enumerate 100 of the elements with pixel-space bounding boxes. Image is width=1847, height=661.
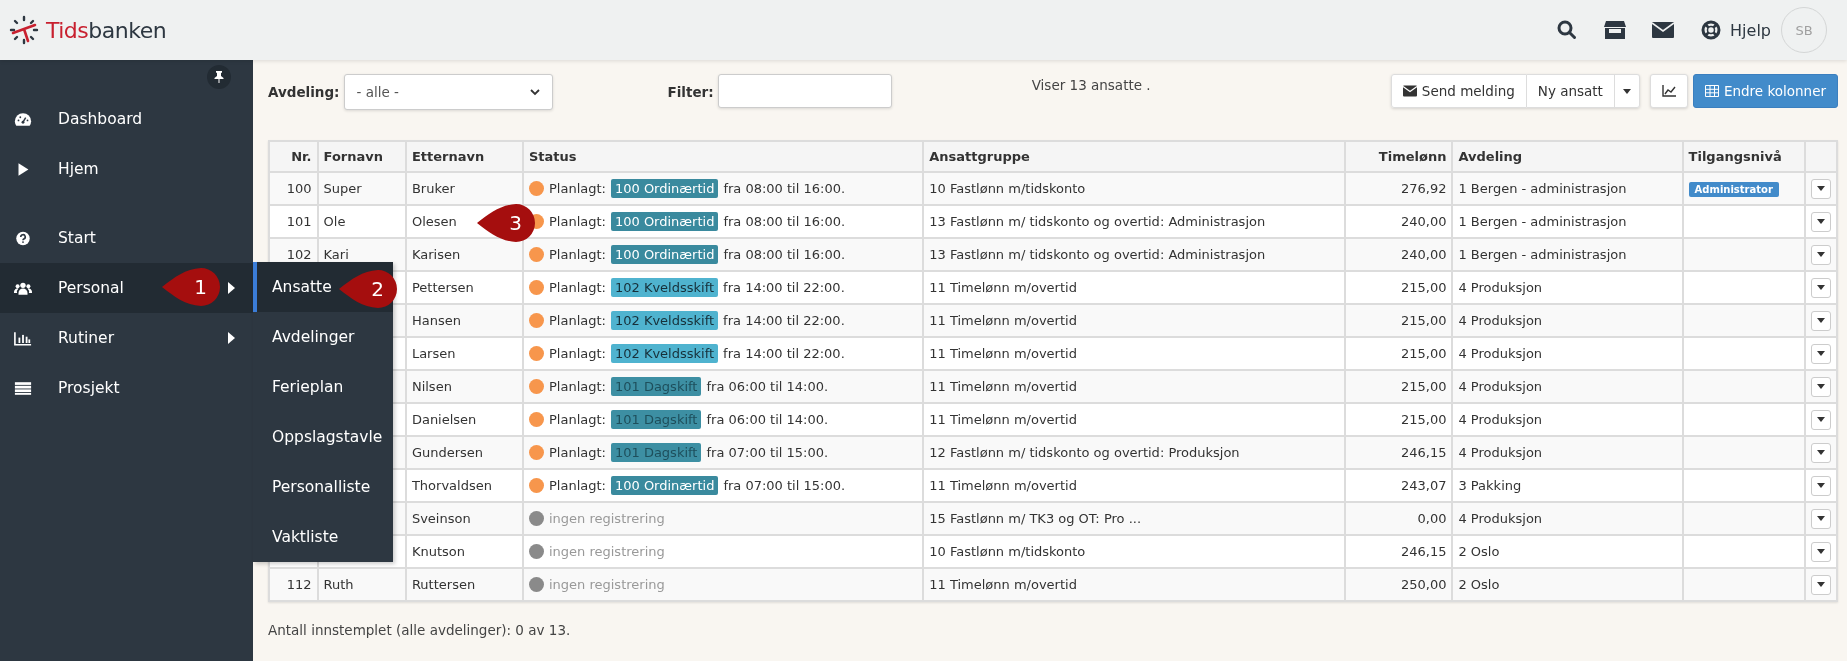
- status-label: Planlagt:: [548, 247, 606, 262]
- bar-chart-icon: [14, 330, 32, 346]
- status-label: Planlagt:: [548, 379, 606, 394]
- row-menu-button[interactable]: [1811, 442, 1831, 463]
- pin-button[interactable]: [207, 65, 231, 89]
- row-menu-button[interactable]: [1811, 409, 1831, 430]
- store-icon[interactable]: [1604, 20, 1627, 40]
- employee-group-cell: 11 Timelønn m/overtid: [923, 568, 1345, 601]
- status-label: ingen registrering: [548, 511, 665, 526]
- shift-time: fra 06:00 til 14:00.: [706, 379, 829, 394]
- shift-badge: 100 Ordinærtid: [610, 476, 719, 495]
- line-chart-button[interactable]: [1649, 74, 1688, 108]
- hourly-wage-cell: 246,15: [1344, 436, 1453, 469]
- shift-badge: 102 Kveldsskift: [610, 311, 719, 330]
- column-header[interactable]: Etternavn: [405, 141, 523, 172]
- employee-group-cell: 15 Fastlønn m/ TK3 og OT: Pro ...: [923, 502, 1345, 535]
- shift-time: fra 06:00 til 14:00.: [706, 412, 829, 427]
- shift-badge: 101 Dagskift: [610, 410, 702, 429]
- help-link[interactable]: Hjelp: [1730, 20, 1771, 40]
- department-label: Avdeling:: [268, 84, 340, 100]
- users-icon: [14, 280, 32, 296]
- submenu-item[interactable]: Vaktliste: [253, 512, 393, 562]
- shift-time: fra 08:00 til 16:00.: [723, 247, 846, 262]
- column-header[interactable]: Nr.: [269, 141, 318, 172]
- department-cell: 4 Produksjon: [1452, 304, 1683, 337]
- status-dot: [528, 313, 544, 328]
- envelope-icon: [1402, 85, 1417, 97]
- submenu-item[interactable]: Oppslagstavle: [253, 412, 393, 462]
- department-select[interactable]: - alle -: [343, 74, 553, 110]
- shift-badge: 101 Dagskift: [610, 443, 702, 462]
- employee-group-cell: 11 Timelønn m/overtid: [923, 370, 1345, 403]
- submenu-item[interactable]: Avdelinger: [253, 312, 393, 362]
- status-dot: [528, 379, 544, 394]
- column-header[interactable]: Tilgangsnivå: [1682, 141, 1805, 172]
- sidebar-item[interactable]: Prosjekt: [0, 363, 253, 413]
- row-menu-button[interactable]: [1811, 244, 1831, 265]
- row-menu-button[interactable]: [1811, 574, 1831, 595]
- status-label: ingen registrering: [548, 544, 665, 559]
- last-name-cell: Nilsen: [405, 370, 523, 403]
- status-dot: [528, 445, 544, 460]
- status-label: Planlagt:: [548, 181, 606, 196]
- row-menu-button[interactable]: [1811, 277, 1831, 298]
- clock-logo-icon: [8, 14, 40, 46]
- chevron-down-icon: [529, 88, 540, 96]
- send-message-button[interactable]: Send melding: [1390, 74, 1527, 108]
- lifebuoy-icon[interactable]: [1700, 20, 1723, 40]
- status-dot: [528, 412, 544, 427]
- hourly-wage-cell: 250,00: [1344, 568, 1453, 601]
- last-name-cell: Gundersen: [405, 436, 523, 469]
- status-label: Planlagt:: [548, 280, 606, 295]
- caret-down-icon: [1817, 318, 1825, 323]
- last-name-cell: Sveinson: [405, 502, 523, 535]
- filter-field[interactable]: [717, 74, 892, 108]
- employee-count-text: Viser 13 ansatte .: [1031, 77, 1151, 93]
- column-header[interactable]: Timelønn: [1344, 141, 1453, 172]
- submenu-item[interactable]: Personalliste: [253, 462, 393, 512]
- column-header[interactable]: Ansattgruppe: [923, 141, 1345, 172]
- submenu-item[interactable]: Ferieplan: [253, 362, 393, 412]
- sidebar-item[interactable]: Rutiner: [0, 313, 253, 363]
- row-menu-button[interactable]: [1811, 211, 1831, 232]
- column-header[interactable]: Status: [522, 141, 924, 172]
- sidebar-item[interactable]: Hjem: [0, 144, 253, 194]
- status-dot: [528, 181, 544, 196]
- shift-time: fra 08:00 til 16:00.: [723, 214, 846, 229]
- search-icon[interactable]: [1556, 20, 1579, 40]
- row-menu-button[interactable]: [1811, 541, 1831, 562]
- caret-down-icon: [1817, 252, 1825, 257]
- row-menu-button[interactable]: [1811, 343, 1831, 364]
- filter-label: Filter:: [667, 84, 714, 100]
- sidebar-item[interactable]: Dashboard: [0, 94, 253, 144]
- shift-time: fra 08:00 til 16:00.: [723, 181, 846, 196]
- hourly-wage-cell: 276,92: [1344, 172, 1453, 205]
- row-menu-button[interactable]: [1811, 508, 1831, 529]
- department-cell: 4 Produksjon: [1452, 436, 1683, 469]
- row-menu-button[interactable]: [1811, 310, 1831, 331]
- status-dot: [528, 511, 544, 526]
- department-cell: 1 Bergen - administrasjon: [1452, 172, 1683, 205]
- shift-badge: 102 Kveldsskift: [610, 344, 719, 363]
- status-dot: [528, 247, 544, 262]
- row-menu-button[interactable]: [1811, 178, 1831, 199]
- change-columns-button[interactable]: Endre kolonner: [1692, 74, 1838, 108]
- status-label: Planlagt:: [548, 478, 606, 493]
- caret-down-icon: [1817, 285, 1825, 290]
- logo-text[interactable]: Tidsbanken: [46, 17, 167, 43]
- column-header[interactable]: Avdeling: [1452, 141, 1683, 172]
- dropdown-button[interactable]: [1614, 74, 1640, 108]
- clocked-in-summary: Antall innstemplet (alle avdelinger): 0 av 13.: [268, 622, 572, 638]
- employee-group-cell: 10 Fastlønn m/tidskonto: [923, 172, 1345, 205]
- envelope-icon[interactable]: [1652, 20, 1675, 40]
- row-menu-button[interactable]: [1811, 475, 1831, 496]
- shift-badge: 100 Ordinærtid: [610, 245, 719, 264]
- status-label: Planlagt:: [548, 214, 606, 229]
- new-employee-button[interactable]: Ny ansatt: [1526, 74, 1615, 108]
- column-header[interactable]: Fornavn: [317, 141, 406, 172]
- status-dot: [528, 577, 544, 592]
- department-cell: 4 Produksjon: [1452, 502, 1683, 535]
- row-menu-button[interactable]: [1811, 376, 1831, 397]
- sidebar-item[interactable]: Start: [0, 213, 253, 263]
- shift-time: fra 07:00 til 15:00.: [723, 478, 846, 493]
- shift-time: fra 07:00 til 15:00.: [706, 445, 829, 460]
